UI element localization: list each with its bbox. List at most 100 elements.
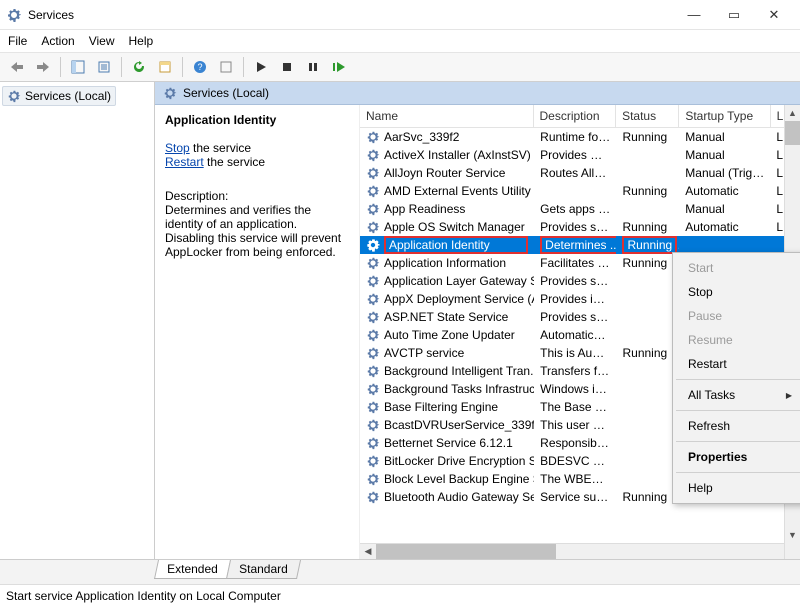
service-row[interactable]: AllJoyn Router Service Routes AllJo... M… <box>360 164 800 182</box>
service-startup-cell: Automatic <box>679 219 770 235</box>
menu-file[interactable]: File <box>8 34 27 48</box>
menu-action[interactable]: Action <box>41 34 74 48</box>
context-refresh[interactable]: Refresh <box>676 414 800 438</box>
context-pause[interactable]: Pause <box>676 304 800 328</box>
view-tabs: Extended Standard <box>0 560 800 584</box>
window-title: Services <box>28 8 74 22</box>
restart-suffix: the service <box>204 155 265 169</box>
menu-separator <box>676 441 800 442</box>
service-name-cell: Background Tasks Infrastruc... <box>360 381 534 397</box>
refresh-button[interactable] <box>128 56 150 78</box>
statusbar: Start service Application Identity on Lo… <box>0 584 800 606</box>
service-desc-cell <box>534 190 616 192</box>
scroll-thumb[interactable] <box>376 544 556 559</box>
service-desc-cell: The Base Filt... <box>534 399 616 415</box>
service-status-cell <box>616 208 679 210</box>
col-description-header[interactable]: Description <box>533 105 615 127</box>
close-button[interactable]: ✕ <box>754 1 794 29</box>
horizontal-scrollbar[interactable]: ◀ ▶ <box>360 543 800 559</box>
service-status-cell <box>616 316 679 318</box>
context-resume[interactable]: Resume <box>676 328 800 352</box>
stop-service-button[interactable] <box>276 56 298 78</box>
context-start[interactable]: Start <box>676 256 800 280</box>
service-name-cell: AMD External Events Utility <box>360 183 534 199</box>
maximize-button[interactable]: ▭ <box>714 1 754 29</box>
service-status-cell: Running <box>616 235 679 255</box>
service-desc-cell: Determines ... <box>534 235 616 255</box>
context-stop[interactable]: Stop <box>676 280 800 304</box>
service-name-cell: Application Identity <box>360 235 534 255</box>
pause-service-button[interactable] <box>302 56 324 78</box>
service-row[interactable]: AarSvc_339f2 Runtime for ... Running Man… <box>360 128 800 146</box>
svg-text:?: ? <box>197 62 202 72</box>
service-startup-cell: Manual <box>679 201 770 217</box>
service-desc-cell: Gets apps re... <box>534 201 616 217</box>
service-status-cell: Running <box>616 345 679 361</box>
service-name-cell: Application Layer Gateway S... <box>360 273 534 289</box>
service-name-cell: Application Information <box>360 255 534 271</box>
scroll-thumb[interactable] <box>785 121 800 145</box>
service-row[interactable]: Apple OS Switch Manager Provides sup... … <box>360 218 800 236</box>
service-row[interactable]: AMD External Events Utility Running Auto… <box>360 182 800 200</box>
scroll-left-icon[interactable]: ◀ <box>360 546 376 557</box>
scroll-down-icon[interactable]: ▼ <box>785 527 800 543</box>
tab-extended[interactable]: Extended <box>154 560 231 579</box>
menu-help[interactable]: Help <box>129 34 154 48</box>
description-label: Description: <box>165 189 349 203</box>
service-status-cell <box>616 370 679 372</box>
context-restart[interactable]: Restart <box>676 352 800 376</box>
menu-view[interactable]: View <box>89 34 115 48</box>
context-all-tasks[interactable]: All Tasks <box>676 383 800 407</box>
menu-separator <box>676 379 800 380</box>
context-properties[interactable]: Properties <box>676 445 800 469</box>
service-desc-cell: Provides infr... <box>534 291 616 307</box>
service-desc-cell: Runtime for ... <box>534 129 616 145</box>
restart-service-link[interactable]: Restart <box>165 155 204 169</box>
show-hide-tree-button[interactable] <box>67 56 89 78</box>
service-desc-cell: Automaticall... <box>534 327 616 343</box>
toolbar: ? <box>0 52 800 82</box>
properties-button[interactable] <box>154 56 176 78</box>
restart-service-button[interactable] <box>328 56 350 78</box>
scroll-up-icon[interactable]: ▲ <box>785 105 800 121</box>
service-name-cell: Bluetooth Audio Gateway Se... <box>360 489 534 505</box>
context-help[interactable]: Help <box>676 476 800 500</box>
forward-button[interactable] <box>32 56 54 78</box>
start-service-button[interactable] <box>250 56 272 78</box>
stop-service-link[interactable]: Stop <box>165 141 190 155</box>
service-desc-cell: Routes AllJo... <box>534 165 616 181</box>
service-name-cell: Block Level Backup Engine S... <box>360 471 534 487</box>
service-status-cell: Running <box>616 255 679 271</box>
menu-separator <box>676 410 800 411</box>
unknown-button[interactable] <box>215 56 237 78</box>
service-name-cell: ActiveX Installer (AxInstSV) <box>360 147 534 163</box>
service-desc-cell: BDESVC hos... <box>534 453 616 469</box>
service-status-cell: Running <box>616 183 679 199</box>
console-tree[interactable]: Services (Local) <box>0 82 155 559</box>
service-status-cell <box>616 406 679 408</box>
minimize-button[interactable]: — <box>674 1 714 29</box>
result-header: Services (Local) <box>155 82 800 105</box>
service-status-cell <box>616 298 679 300</box>
tab-standard[interactable]: Standard <box>226 560 301 579</box>
toolbar-separator <box>243 57 244 77</box>
back-button[interactable] <box>6 56 28 78</box>
help-button[interactable]: ? <box>189 56 211 78</box>
col-startup-header[interactable]: Startup Type <box>679 105 769 127</box>
service-status-cell <box>616 334 679 336</box>
col-name-header[interactable]: Name <box>360 105 533 127</box>
service-status-cell <box>616 172 679 174</box>
service-name-cell: AllJoyn Router Service <box>360 165 534 181</box>
export-list-button[interactable] <box>93 56 115 78</box>
service-row[interactable]: ActiveX Installer (AxInstSV) Provides Us… <box>360 146 800 164</box>
service-name-cell: BcastDVRUserService_339f2 <box>360 417 534 433</box>
titlebar: Services — ▭ ✕ <box>0 0 800 30</box>
col-status-header[interactable]: Status <box>616 105 678 127</box>
service-name-cell: Apple OS Switch Manager <box>360 219 534 235</box>
stop-suffix: the service <box>190 141 251 155</box>
tree-item-services-local[interactable]: Services (Local) <box>2 86 116 106</box>
service-name-cell: AVCTP service <box>360 345 534 361</box>
service-desc-cell: Provides sup... <box>534 219 616 235</box>
service-row[interactable]: App Readiness Gets apps re... Manual Loc <box>360 200 800 218</box>
service-status-cell <box>616 388 679 390</box>
